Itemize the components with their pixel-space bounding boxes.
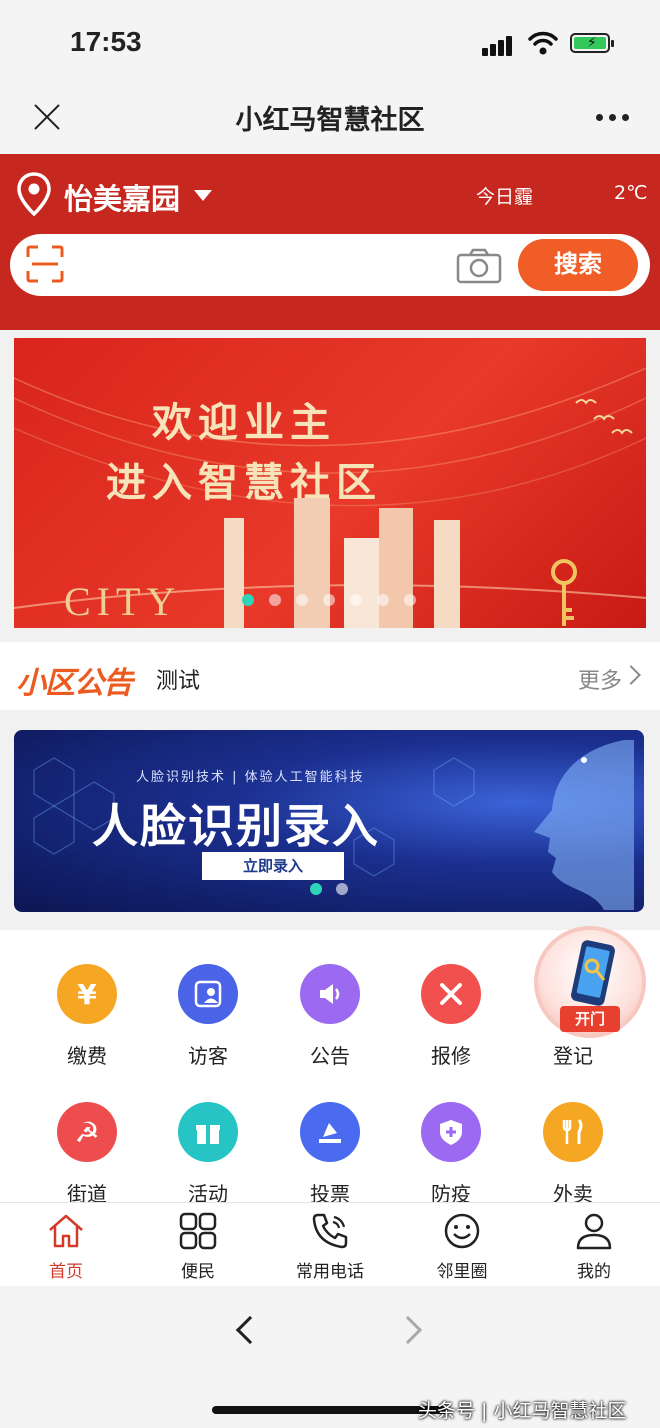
fork-knife-icon <box>543 1102 603 1162</box>
face-banner-pagination <box>310 883 348 895</box>
battery-icon: ⚡ <box>570 33 614 53</box>
notice-title: 小区公告 <box>16 666 133 701</box>
service-epidemic[interactable]: 防疫 <box>391 1068 511 1206</box>
chevron-right-icon[interactable] <box>621 665 641 685</box>
banner-dot[interactable] <box>377 594 389 606</box>
tab-phone[interactable]: 常用电话 <box>264 1203 396 1287</box>
back-icon[interactable] <box>235 1315 265 1345</box>
service-label: 公告 <box>310 1044 350 1068</box>
key-decoration <box>551 559 577 626</box>
welcome-banner[interactable]: 欢迎业主 进入智慧社区 CITY <box>14 338 646 628</box>
user-icon <box>576 1213 612 1250</box>
repair-icon <box>421 964 481 1024</box>
tab-neighborhood[interactable]: 邻里圈 <box>396 1203 528 1287</box>
more-icon[interactable] <box>596 114 630 122</box>
service-label: 登记 <box>553 1044 593 1068</box>
home-indicator[interactable] <box>212 1406 448 1414</box>
banner-dot[interactable] <box>269 594 281 606</box>
announcement-icon <box>300 964 360 1024</box>
visitor-icon <box>178 964 238 1024</box>
tab-label: 邻里圈 <box>436 1262 488 1282</box>
face-enroll-button[interactable]: 立即录入 <box>202 852 344 880</box>
tab-home[interactable]: 首页 <box>0 1203 132 1287</box>
tab-convenience[interactable]: 便民 <box>132 1203 264 1287</box>
wifi-icon <box>528 31 558 55</box>
face-silhouette-icon <box>534 740 634 910</box>
tab-label: 常用电话 <box>296 1262 364 1282</box>
signal-icon <box>482 34 518 56</box>
service-label: 缴费 <box>67 1044 107 1068</box>
open-door-label: 开门 <box>560 1006 620 1032</box>
face-recognition-banner[interactable]: 人脸识别技术 | 体验人工智能科技 人脸识别录入 立即录入 <box>14 730 644 912</box>
notice-text[interactable]: 测试 <box>156 663 200 695</box>
service-label: 报修 <box>431 1044 471 1068</box>
camera-icon[interactable] <box>456 248 502 284</box>
service-repair[interactable]: 报修 <box>391 930 511 1068</box>
grid-icon <box>179 1212 217 1250</box>
service-visitor[interactable]: 访客 <box>148 930 268 1068</box>
notice-more-link[interactable]: 更多 <box>578 663 622 695</box>
service-takeout[interactable]: 外卖 <box>513 1068 633 1206</box>
smile-icon <box>444 1213 480 1249</box>
tab-label: 首页 <box>49 1262 83 1282</box>
service-label: 访客 <box>188 1044 228 1068</box>
home-icon <box>49 1214 83 1248</box>
weather-text: 今日霾 <box>476 186 534 208</box>
location-pin-icon <box>17 172 51 216</box>
scan-icon[interactable] <box>26 245 64 283</box>
status-bar: 17:53 ⚡ <box>0 0 660 88</box>
service-vote[interactable]: 投票 <box>270 1068 390 1206</box>
payment-icon: ¥ <box>57 964 117 1024</box>
phone-icon <box>312 1213 348 1249</box>
title-bar: 小红马智慧社区 <box>0 88 660 154</box>
tab-label: 我的 <box>577 1262 611 1282</box>
community-notice-bar[interactable]: 小区公告 测试 更多 <box>0 642 660 710</box>
status-time: 17:53 <box>70 26 142 57</box>
forward-icon[interactable] <box>393 1315 423 1345</box>
face-banner-subtitle: 人脸识别技术 | 体验人工智能科技 <box>136 770 365 785</box>
service-activity[interactable]: 活动 <box>148 1068 268 1206</box>
phone-key-icon <box>571 940 615 1006</box>
gift-icon <box>178 1102 238 1162</box>
face-banner-title: 人脸识别录入 <box>92 799 380 853</box>
service-announcement[interactable]: 公告 <box>270 930 390 1068</box>
street-icon: ☭ <box>57 1102 117 1162</box>
banner-line1: 欢迎业主 <box>152 399 336 446</box>
tab-label: 便民 <box>181 1262 215 1282</box>
community-selector[interactable]: 怡美嘉园 <box>64 176 180 218</box>
banner-dot[interactable] <box>296 594 308 606</box>
banner-pagination <box>14 594 646 608</box>
chevron-down-icon[interactable] <box>194 190 212 201</box>
search-button[interactable]: 搜索 <box>518 239 638 291</box>
location-header: 怡美嘉园 今日霾 2℃ 搜索 <box>0 154 660 330</box>
banner-dot[interactable] <box>323 594 335 606</box>
tab-mine[interactable]: 我的 <box>528 1203 660 1287</box>
page-title: 小红马智慧社区 <box>235 105 425 136</box>
watermark-text: 头条号 | 小红马智慧社区 <box>418 1400 627 1422</box>
temperature-text: 2℃ <box>614 182 648 204</box>
open-door-button[interactable]: 开门 <box>534 926 646 1038</box>
browser-nav-bar: 头条号 | 小红马智慧社区 <box>0 1286 660 1428</box>
bottom-tab-bar: 首页 便民 常用电话 邻里圈 我的 <box>0 1202 660 1286</box>
banner-dot[interactable] <box>350 594 362 606</box>
shield-plus-icon <box>421 1102 481 1162</box>
birds-decoration <box>575 399 633 435</box>
service-street[interactable]: ☭ 街道 <box>27 1068 147 1206</box>
search-bar[interactable]: 搜索 <box>10 234 650 296</box>
banner-dot[interactable] <box>242 594 254 606</box>
vote-icon <box>300 1102 360 1162</box>
skyline-decoration <box>224 498 460 628</box>
service-payment[interactable]: ¥ 缴费 <box>27 930 147 1068</box>
banner-dot[interactable] <box>404 594 416 606</box>
